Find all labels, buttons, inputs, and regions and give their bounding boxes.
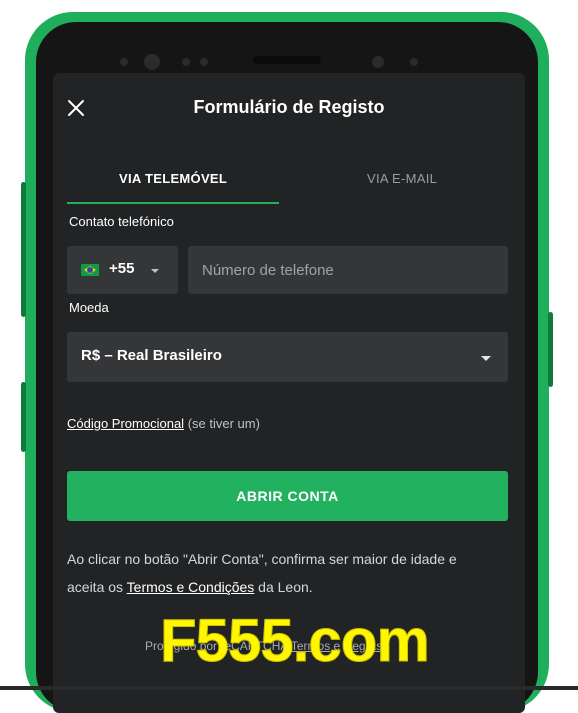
chevron-down-icon — [481, 356, 491, 361]
watermark-text: F555.com — [160, 607, 431, 675]
sensor-dot — [120, 58, 128, 66]
phone-label: Contato telefónico — [69, 214, 174, 229]
disclaimer-suffix: da Leon. — [254, 579, 313, 595]
proximity-sensor — [372, 56, 384, 68]
bottom-strip — [0, 686, 578, 690]
sensor-dot — [182, 58, 190, 66]
currency-select[interactable]: R$ – Real Brasileiro — [67, 332, 508, 382]
active-tab-indicator — [67, 202, 279, 204]
brazil-flag-icon — [81, 264, 99, 276]
earpiece-speaker — [253, 56, 321, 64]
phone-side-button — [21, 182, 26, 317]
promo-code-link[interactable]: Código Promocional — [67, 416, 184, 431]
sensor-dot — [200, 58, 208, 66]
currency-value: R$ – Real Brasileiro — [81, 347, 222, 364]
terms-link[interactable]: Termos e Condições — [127, 579, 255, 595]
phone-number-input[interactable] — [188, 246, 508, 294]
phone-side-button — [21, 382, 26, 452]
terms-disclaimer: Ao clicar no botão "Abrir Conta", confir… — [67, 545, 497, 601]
country-code-select[interactable]: +55 — [67, 246, 178, 294]
open-account-button[interactable]: ABRIR CONTA — [67, 471, 508, 521]
country-code-value: +55 — [109, 260, 135, 277]
chevron-down-icon — [151, 269, 159, 273]
currency-label: Moeda — [69, 300, 109, 315]
tab-via-telemovel[interactable]: VIA TELEMÓVEL — [119, 171, 227, 186]
phone-number-field[interactable] — [188, 246, 508, 294]
promo-code-note: (se tiver um) — [187, 416, 260, 431]
phone-power-button — [548, 312, 553, 387]
front-camera — [144, 54, 160, 70]
promo-code-row: Código Promocional (se tiver um) — [67, 416, 260, 431]
sensor-dot — [410, 58, 418, 66]
page-title: Formulário de Registo — [193, 97, 385, 117]
tab-via-email[interactable]: VIA E-MAIL — [367, 171, 437, 186]
